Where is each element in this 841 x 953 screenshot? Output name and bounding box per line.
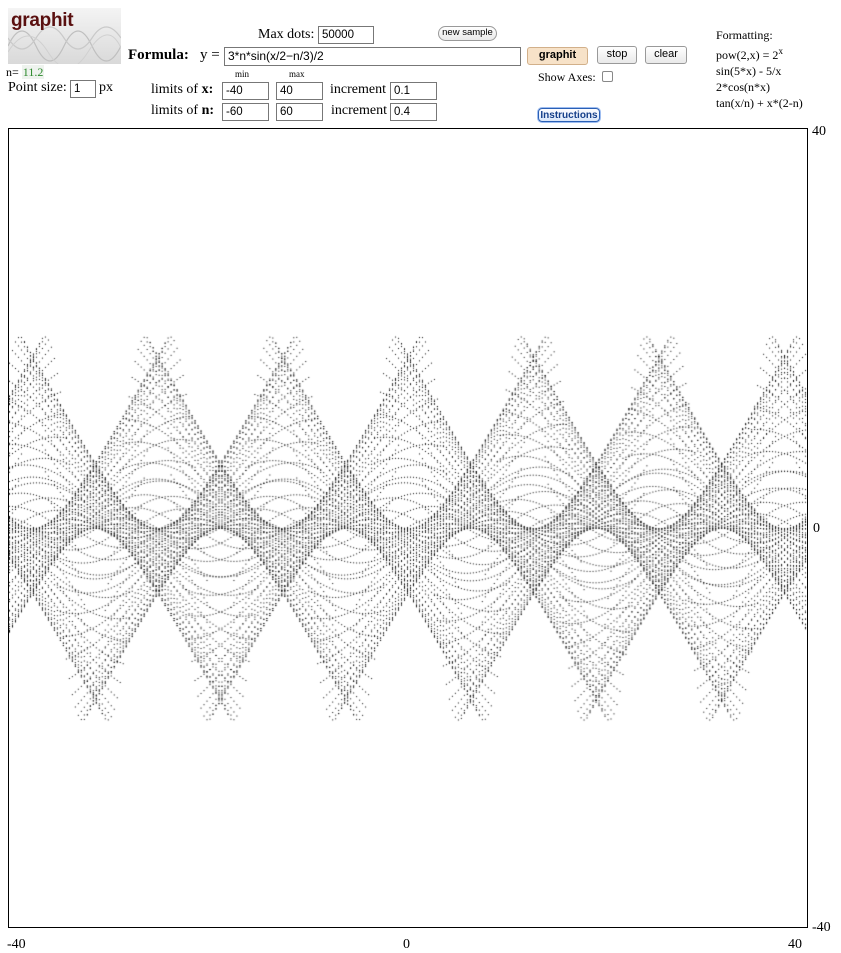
plot-canvas[interactable] (9, 129, 807, 927)
formatting-example-sin: sin(5*x) - 5/x (716, 64, 782, 78)
x-min-input[interactable]: -40 (222, 82, 269, 100)
show-axes-label: Show Axes: (538, 70, 596, 84)
limits-x-var: x (201, 82, 209, 97)
max-dots-input[interactable]: 50000 (318, 26, 374, 44)
point-size-unit: px (99, 80, 113, 95)
x-axis-zero-label: 0 (403, 937, 410, 952)
max-header: max (289, 69, 305, 79)
graphit-button[interactable]: graphit (527, 47, 588, 65)
n-status: n= 11.2 (6, 65, 45, 80)
formula-input[interactable]: 3*n*sin(x/2−n/3)/2 (224, 47, 521, 66)
formatting-title: Formatting: (716, 28, 773, 42)
y-axis-zero-label: 0 (813, 521, 820, 536)
n-max-input[interactable]: 60 (276, 103, 323, 121)
x-max-input[interactable]: 40 (276, 82, 323, 100)
show-axes-checkbox[interactable] (602, 71, 613, 82)
limits-n-label: limits of n: (151, 103, 215, 118)
clear-button[interactable]: clear (645, 46, 687, 64)
min-header: min (235, 69, 250, 79)
formula-y-label: y = (200, 47, 220, 63)
new-sample-button[interactable]: new sample (438, 26, 497, 41)
formatting-help: Formatting: pow(2,x) = 2x sin(5*x) - 5/x… (716, 27, 803, 111)
instructions-button[interactable]: Instructions (538, 108, 600, 122)
n-increment-input[interactable]: 0.4 (390, 103, 437, 121)
point-size-label: Point size: (8, 80, 67, 95)
graphit-logo: graphit (8, 8, 121, 64)
formatting-example-cos: 2*cos(n*x) (716, 80, 770, 94)
plot-area[interactable] (8, 128, 808, 928)
n-increment-label: increment (331, 103, 387, 118)
point-size-input[interactable]: 1 (70, 80, 96, 98)
formatting-example-pow: pow(2,x) = 2x (716, 46, 783, 62)
x-axis-max-label: 40 (788, 937, 802, 952)
y-axis-max-label: 40 (812, 124, 826, 139)
formula-label: Formula: (128, 47, 189, 63)
logo-text: graphit (11, 10, 74, 31)
limits-x-label: limits of x: (151, 82, 214, 97)
n-min-input[interactable]: -60 (222, 103, 269, 121)
x-increment-input[interactable]: 0.1 (390, 82, 437, 100)
formatting-example-tan: tan(x/n) + x*(2-n) (716, 96, 803, 110)
x-increment-label: increment (330, 82, 386, 97)
y-axis-min-label: -40 (812, 920, 831, 935)
stop-button[interactable]: stop (597, 46, 637, 64)
n-label: n= (6, 65, 19, 79)
n-value: 11.2 (21, 65, 45, 79)
x-axis-min-label: -40 (7, 937, 26, 952)
max-dots-label: Max dots: (258, 27, 315, 42)
